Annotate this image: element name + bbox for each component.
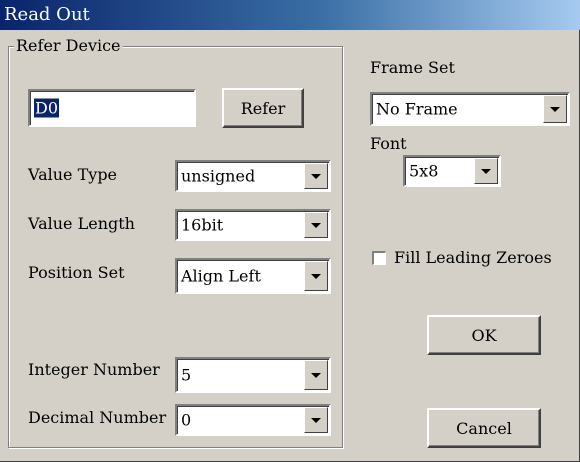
value-length-label: Value Length: [28, 214, 135, 233]
device-input-value: D0: [34, 98, 60, 118]
refer-device-group-label: Refer Device: [14, 36, 123, 55]
ok-button[interactable]: OK: [427, 315, 541, 355]
fill-leading-zeroes-checkbox[interactable]: [372, 251, 386, 265]
value-type-label: Value Type: [28, 165, 118, 184]
decimal-number-dropdown-button[interactable]: [304, 407, 328, 433]
decimal-number-label: Decimal Number: [28, 408, 167, 427]
decimal-number-value: 0: [181, 410, 192, 430]
chevron-down-icon: [311, 273, 321, 279]
position-set-label: Position Set: [28, 263, 125, 282]
position-set-dropdown-button[interactable]: [304, 261, 328, 291]
position-set-value: Align Left: [181, 266, 261, 286]
position-set-select[interactable]: Align Left: [175, 258, 331, 294]
frame-set-label: Frame Set: [370, 58, 455, 77]
value-length-select[interactable]: 16bit: [175, 209, 331, 241]
refer-button[interactable]: Refer: [222, 88, 304, 128]
value-length-value: 16bit: [181, 215, 224, 235]
value-type-value: unsigned: [181, 166, 256, 186]
integer-number-value: 5: [181, 365, 192, 385]
chevron-down-icon: [311, 173, 321, 179]
chevron-down-icon: [311, 417, 321, 423]
font-label: Font: [370, 134, 407, 153]
value-length-dropdown-button[interactable]: [304, 212, 328, 238]
device-input[interactable]: D0: [28, 89, 196, 127]
decimal-number-select[interactable]: 0: [175, 404, 331, 436]
font-select[interactable]: 5x8: [403, 155, 501, 187]
frame-set-dropdown-button[interactable]: [543, 95, 567, 123]
chevron-down-icon: [550, 106, 560, 112]
font-value: 5x8: [409, 161, 439, 181]
fill-leading-zeroes-label[interactable]: Fill Leading Zeroes: [394, 248, 552, 267]
integer-number-select[interactable]: 5: [175, 357, 331, 393]
frame-set-select[interactable]: No Frame: [370, 92, 570, 126]
frame-set-value: No Frame: [376, 99, 458, 119]
chevron-down-icon: [481, 168, 491, 174]
chevron-down-icon: [311, 372, 321, 378]
read-out-dialog: Read Out Refer Device D0 Refer Value Typ…: [0, 0, 580, 462]
window-title: Read Out: [4, 4, 90, 25]
title-bar[interactable]: Read Out: [0, 0, 580, 30]
font-dropdown-button[interactable]: [474, 158, 498, 184]
value-type-select[interactable]: unsigned: [175, 160, 331, 192]
cancel-button[interactable]: Cancel: [427, 408, 541, 448]
integer-number-dropdown-button[interactable]: [304, 360, 328, 390]
chevron-down-icon: [311, 222, 321, 228]
value-type-dropdown-button[interactable]: [304, 163, 328, 189]
integer-number-label: Integer Number: [28, 360, 160, 379]
